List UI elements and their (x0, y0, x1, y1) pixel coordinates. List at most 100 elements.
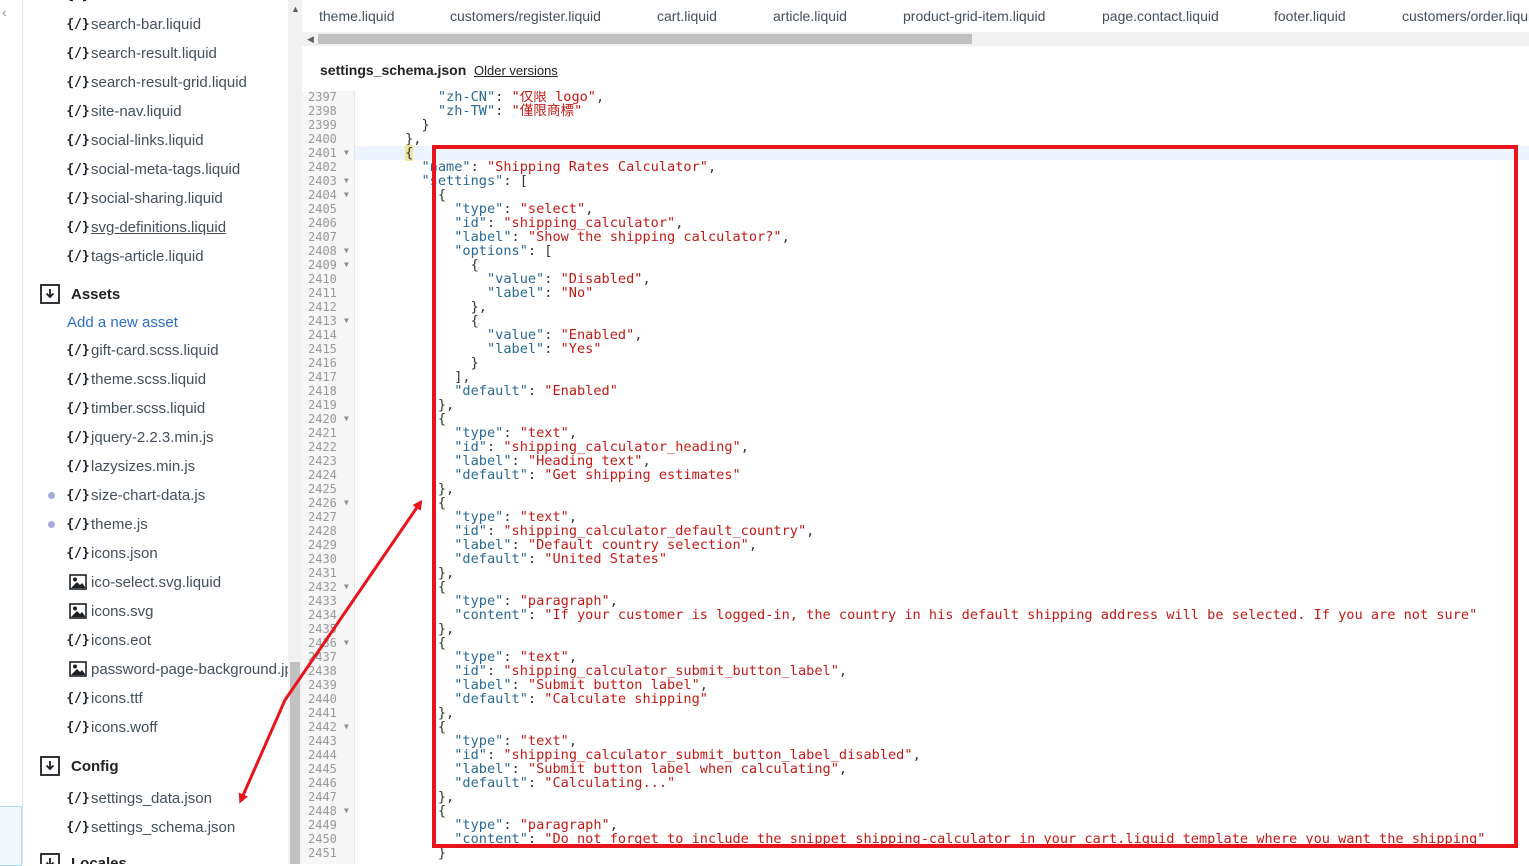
code-line[interactable]: "id": "shipping_calculator_submit_button… (356, 748, 921, 762)
code-line[interactable]: { (356, 188, 446, 202)
code-line[interactable]: "type": "text", (356, 510, 577, 524)
file-row[interactable]: {/} search-bar.liquid (23, 10, 288, 39)
file-row[interactable]: {/} icons.ttf (23, 684, 288, 713)
fold-arrow-icon[interactable]: ▼ (344, 244, 349, 258)
code-line[interactable]: "type": "text", (356, 650, 577, 664)
file-row[interactable]: {/} theme.scss.liquid (23, 365, 288, 394)
section-locales[interactable]: Locales (23, 848, 288, 864)
fold-arrow-icon[interactable]: ▼ (344, 174, 349, 188)
code-line[interactable]: "type": "paragraph", (356, 594, 618, 608)
code-line[interactable]: { (356, 720, 446, 734)
code-line[interactable]: { (356, 636, 446, 650)
file-row[interactable]: {/} theme.js (23, 510, 288, 539)
sidebar-scrollbar-thumb[interactable] (290, 662, 300, 864)
code-line[interactable]: } (356, 846, 446, 860)
code-line[interactable]: "label": "No" (356, 286, 593, 300)
file-row[interactable]: {/} gift-card.scss.liquid (23, 336, 288, 365)
tab-file[interactable]: theme.liquid (319, 8, 395, 24)
tab-file[interactable]: customers/register.liquid (450, 8, 601, 24)
fold-arrow-icon[interactable]: ▼ (344, 188, 349, 202)
file-row[interactable]: {/} search-result-grid.liquid (23, 68, 288, 97)
code-line[interactable]: } (356, 118, 429, 132)
file-row[interactable]: {/} timber.scss.liquid (23, 394, 288, 423)
file-row[interactable]: {/} social-links.liquid (23, 126, 288, 155)
code-line[interactable]: } (356, 356, 479, 370)
code-line[interactable]: "settings": [ (356, 174, 527, 188)
tab-file[interactable]: cart.liquid (657, 8, 717, 24)
file-row[interactable]: {/} tags-article.liquid (23, 242, 288, 271)
tabs-scrollbar[interactable]: ◀ (302, 32, 1529, 46)
fold-arrow-icon[interactable]: ▼ (344, 146, 349, 160)
file-row[interactable]: icons.svg (23, 597, 288, 626)
section-config[interactable]: Config (23, 751, 288, 781)
code-line[interactable]: "label": "Submit button label", (356, 678, 708, 692)
code-line[interactable]: "content": "Do not forget to include the… (356, 832, 1485, 846)
code-line[interactable]: "label": "Yes" (356, 342, 602, 356)
code-line[interactable]: "default": "United States" (356, 552, 667, 566)
code-line[interactable]: }, (356, 790, 454, 804)
tab-file[interactable]: customers/order.liquid (1402, 8, 1529, 24)
code-line[interactable]: { (356, 145, 414, 161)
file-row[interactable]: {/} icons.json (23, 539, 288, 568)
tab-file[interactable]: footer.liquid (1274, 8, 1346, 24)
file-row-partial[interactable]: {/} (23, 0, 288, 10)
file-row[interactable]: {/} icons.eot (23, 626, 288, 655)
code-line[interactable]: "default": "Enabled" (356, 384, 618, 398)
tab-file[interactable]: page.contact.liquid (1102, 8, 1219, 24)
code-line[interactable]: "label": "Heading text", (356, 454, 650, 468)
code-line[interactable]: "type": "text", (356, 734, 577, 748)
code-line[interactable]: }, (356, 300, 487, 314)
code-line[interactable]: "content": "If your customer is logged-i… (356, 608, 1477, 622)
code-line[interactable]: "zh-TW": "僅限商標" (356, 104, 582, 118)
code-line[interactable]: { (356, 258, 479, 272)
code-line[interactable]: { (356, 412, 446, 426)
code-line[interactable]: { (356, 314, 479, 328)
code-line[interactable]: "type": "text", (356, 426, 577, 440)
code-line[interactable]: { (356, 496, 446, 510)
fold-arrow-icon[interactable]: ▼ (344, 804, 349, 818)
file-row[interactable]: {/} search-result.liquid (23, 39, 288, 68)
scroll-left-arrow-icon[interactable]: ◀ (307, 34, 314, 45)
file-row[interactable]: {/} size-chart-data.js (23, 481, 288, 510)
fold-arrow-icon[interactable]: ▼ (344, 258, 349, 272)
tabs-scrollbar-thumb[interactable] (318, 34, 972, 44)
code-line[interactable]: }, (356, 398, 454, 412)
code-line[interactable]: }, (356, 132, 421, 146)
fold-arrow-icon[interactable]: ▼ (344, 636, 349, 650)
collapsed-panel-card[interactable] (0, 806, 22, 866)
file-row[interactable]: {/} social-meta-tags.liquid (23, 155, 288, 184)
section-assets[interactable]: Assets (23, 279, 288, 309)
code-line[interactable]: "label": "Default country selection", (356, 538, 757, 552)
code-line[interactable]: "name": "Shipping Rates Calculator", (356, 160, 716, 174)
fold-arrow-icon[interactable]: ▼ (344, 412, 349, 426)
file-row[interactable]: {/} site-nav.liquid (23, 97, 288, 126)
tab-file[interactable]: product-grid-item.liquid (903, 8, 1045, 24)
file-row[interactable]: {/} social-sharing.liquid (23, 184, 288, 213)
code-line[interactable]: "label": "Show the shipping calculator?"… (356, 230, 790, 244)
code-line[interactable]: { (356, 580, 446, 594)
fold-arrow-icon[interactable]: ▼ (344, 720, 349, 734)
sidebar-scrollbar[interactable]: ▲ (288, 0, 302, 864)
code-line[interactable]: "type": "paragraph", (356, 818, 618, 832)
code-line[interactable]: }, (356, 566, 454, 580)
code-area[interactable]: 2397 2398 2399 2400 2401 ▼ 2402 2403 ▼ 2404 ▼ 2405 2… (302, 91, 1529, 864)
code-line[interactable]: "default": "Calculating..." (356, 776, 675, 790)
code-line[interactable]: "id": "shipping_calculator_heading", (356, 440, 749, 454)
fold-arrow-icon[interactable]: ▼ (344, 580, 349, 594)
code-line[interactable]: ], (356, 370, 470, 384)
code-line[interactable]: "id": "shipping_calculator_submit_button… (356, 664, 847, 678)
fold-arrow-icon[interactable]: ▼ (344, 314, 349, 328)
file-row[interactable]: {/} jquery-2.2.3.min.js (23, 423, 288, 452)
scroll-up-arrow-icon[interactable]: ▲ (291, 4, 300, 14)
file-row[interactable]: {/} settings_data.json (23, 784, 288, 813)
tab-file[interactable]: article.liquid (773, 8, 847, 24)
file-row[interactable]: password-page-background.jpg (23, 655, 288, 684)
file-row[interactable]: {/} icons.woff (23, 713, 288, 742)
code-line[interactable]: "value": "Enabled", (356, 328, 643, 342)
code-line[interactable]: "id": "shipping_calculator", (356, 216, 683, 230)
add-new-asset-link[interactable]: Add a new asset (67, 314, 178, 331)
code-line[interactable]: }, (356, 482, 454, 496)
chevron-left-icon[interactable]: ‹ (2, 4, 7, 20)
code-line[interactable]: "options": [ (356, 244, 552, 258)
code-line[interactable]: "value": "Disabled", (356, 272, 651, 286)
